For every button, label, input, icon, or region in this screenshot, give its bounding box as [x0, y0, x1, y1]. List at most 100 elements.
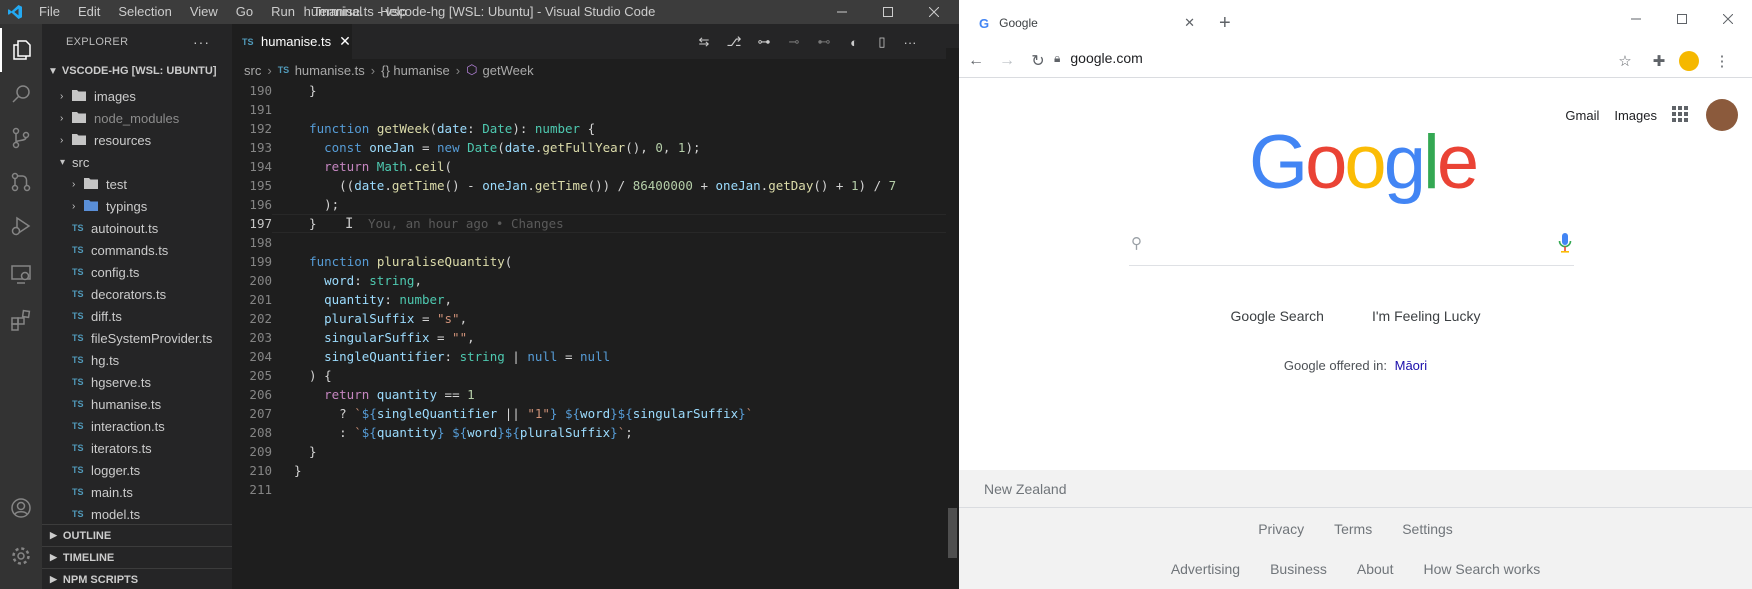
- about-link[interactable]: About: [1357, 561, 1394, 577]
- code-line-203: singularSuffix = "",: [324, 330, 475, 345]
- timeline-icon[interactable]: ◐: [846, 34, 862, 50]
- menu-edit[interactable]: Edit: [69, 0, 109, 24]
- open-changes-icon[interactable]: ⇆: [696, 34, 712, 50]
- breadcrumb-src[interactable]: src: [244, 63, 261, 78]
- menu-file[interactable]: File: [30, 0, 69, 24]
- more-actions-icon[interactable]: ···: [193, 34, 210, 50]
- tree-item[interactable]: TS iterators.ts: [42, 437, 232, 459]
- feeling-lucky-button[interactable]: I'm Feeling Lucky: [1362, 305, 1491, 327]
- next-commit-icon[interactable]: ⊷: [816, 34, 832, 50]
- apps-grid-icon[interactable]: [1672, 105, 1688, 125]
- tree-item[interactable]: TS logger.ts: [42, 459, 232, 481]
- close-icon[interactable]: [911, 0, 957, 24]
- tree-item[interactable]: TS decorators.ts: [42, 283, 232, 305]
- breadcrumb-file[interactable]: humanise.ts: [295, 63, 365, 78]
- privacy-link[interactable]: Privacy: [1258, 521, 1304, 537]
- workspace-header[interactable]: ▼ VSCODE-HG [WSL: UBUNTU]: [42, 60, 232, 82]
- minimize-icon[interactable]: [1613, 8, 1659, 30]
- tree-item[interactable]: TS commands.ts: [42, 239, 232, 261]
- advertising-link[interactable]: Advertising: [1171, 561, 1240, 577]
- menu-go[interactable]: Go: [227, 0, 262, 24]
- how-search-works-link[interactable]: How Search works: [1423, 561, 1540, 577]
- tab-humanise[interactable]: TS humanise.ts ✕: [232, 24, 352, 59]
- tree-item[interactable]: TS fileSystemProvider.ts: [42, 327, 232, 349]
- tree-item[interactable]: ▾ src: [42, 151, 232, 173]
- new-tab-icon[interactable]: +: [1219, 12, 1231, 35]
- menu-help[interactable]: Help: [371, 0, 416, 24]
- settings-gear-icon[interactable]: [0, 534, 42, 578]
- explorer-icon[interactable]: [0, 28, 42, 72]
- branch-icon[interactable]: [0, 160, 42, 204]
- tree-item[interactable]: TS hg.ts: [42, 349, 232, 371]
- google-search-button[interactable]: Google Search: [1221, 305, 1334, 327]
- remote-explorer-icon[interactable]: [0, 252, 42, 296]
- settings-link[interactable]: Settings: [1402, 521, 1453, 537]
- tree-item[interactable]: › typings: [42, 195, 232, 217]
- close-icon[interactable]: [1705, 8, 1751, 30]
- maximize-icon[interactable]: [865, 0, 911, 24]
- minimize-icon[interactable]: [819, 0, 865, 24]
- reload-icon[interactable]: ↻: [1027, 50, 1049, 72]
- line-number: 193: [249, 140, 272, 155]
- git-compare-icon[interactable]: ⎇: [726, 34, 742, 50]
- ts-file-icon: TS: [72, 399, 84, 409]
- run-debug-icon[interactable]: [0, 204, 42, 248]
- split-editor-icon[interactable]: ▯: [874, 34, 890, 50]
- terms-link[interactable]: Terms: [1334, 521, 1372, 537]
- maximize-icon[interactable]: [1659, 8, 1705, 30]
- account-avatar[interactable]: [1706, 99, 1738, 131]
- tree-item[interactable]: TS config.ts: [42, 261, 232, 283]
- search-input[interactable]: [1155, 232, 1535, 256]
- forward-arrow-icon[interactable]: →: [996, 50, 1018, 72]
- tree-item[interactable]: › resources: [42, 129, 232, 151]
- menu-kebab-icon[interactable]: ⋮: [1711, 50, 1733, 72]
- menu-terminal[interactable]: Terminal: [304, 0, 371, 24]
- menu-run[interactable]: Run: [262, 0, 304, 24]
- images-link[interactable]: Images: [1614, 108, 1657, 123]
- tree-item[interactable]: › node_modules: [42, 107, 232, 129]
- extensions-puzzle-icon[interactable]: ✚: [1648, 50, 1670, 72]
- back-arrow-icon[interactable]: ←: [965, 50, 987, 72]
- tree-item-label: fileSystemProvider.ts: [91, 330, 213, 346]
- tab-google[interactable]: G Google ✕: [967, 8, 1207, 38]
- address-bar[interactable]: 🔒︎ google.com: [1054, 50, 1143, 66]
- extensions-icon[interactable]: [0, 298, 42, 342]
- tree-item[interactable]: › images: [42, 85, 232, 107]
- tree-item[interactable]: TS model.ts: [42, 503, 232, 525]
- close-icon[interactable]: ✕: [339, 33, 351, 50]
- breadcrumb-namespace[interactable]: {} humanise: [381, 63, 450, 78]
- google-search-box[interactable]: ⚲: [1129, 222, 1574, 266]
- editor-scrollbar[interactable]: [946, 48, 959, 589]
- chevron-right-icon: ▶: [50, 574, 57, 584]
- gmail-link[interactable]: Gmail: [1565, 108, 1599, 123]
- menu-view[interactable]: View: [181, 0, 227, 24]
- scrollbar-thumb[interactable]: [948, 508, 957, 558]
- tree-item[interactable]: TS interaction.ts: [42, 415, 232, 437]
- previous-commit-icon[interactable]: ⊸: [786, 34, 802, 50]
- language-link[interactable]: Māori: [1395, 358, 1428, 373]
- search-icon[interactable]: [0, 72, 42, 116]
- chevron-right-icon: ›: [60, 112, 64, 124]
- tree-item[interactable]: TS diff.ts: [42, 305, 232, 327]
- tree-item[interactable]: › test: [42, 173, 232, 195]
- microphone-icon[interactable]: [1558, 232, 1572, 259]
- tree-item[interactable]: TS hgserve.ts: [42, 371, 232, 393]
- code-editor[interactable]: 190 191 192 193 194 195 196 197 198 199 200 201 202 2…: [232, 81, 959, 589]
- menu-selection[interactable]: Selection: [109, 0, 180, 24]
- source-control-icon[interactable]: [0, 116, 42, 160]
- tree-item[interactable]: TS humanise.ts: [42, 393, 232, 415]
- bookmark-star-icon[interactable]: ☆: [1614, 50, 1636, 72]
- outline-section[interactable]: ▶ OUTLINE: [42, 524, 232, 546]
- commit-icon[interactable]: ⊶: [756, 34, 772, 50]
- more-actions-icon[interactable]: ···: [902, 34, 918, 50]
- vscode-logo-icon: [0, 0, 30, 24]
- close-tab-icon[interactable]: ✕: [1184, 15, 1195, 31]
- breadcrumb-symbol[interactable]: getWeek: [483, 63, 534, 78]
- business-link[interactable]: Business: [1270, 561, 1327, 577]
- timeline-section[interactable]: ▶ TIMELINE: [42, 546, 232, 568]
- profile-avatar-icon[interactable]: [1678, 50, 1700, 72]
- account-icon[interactable]: [0, 486, 42, 530]
- tree-item[interactable]: TS main.ts: [42, 481, 232, 503]
- npm-scripts-section[interactable]: ▶ NPM SCRIPTS: [42, 568, 232, 589]
- tree-item[interactable]: TS autoinout.ts: [42, 217, 232, 239]
